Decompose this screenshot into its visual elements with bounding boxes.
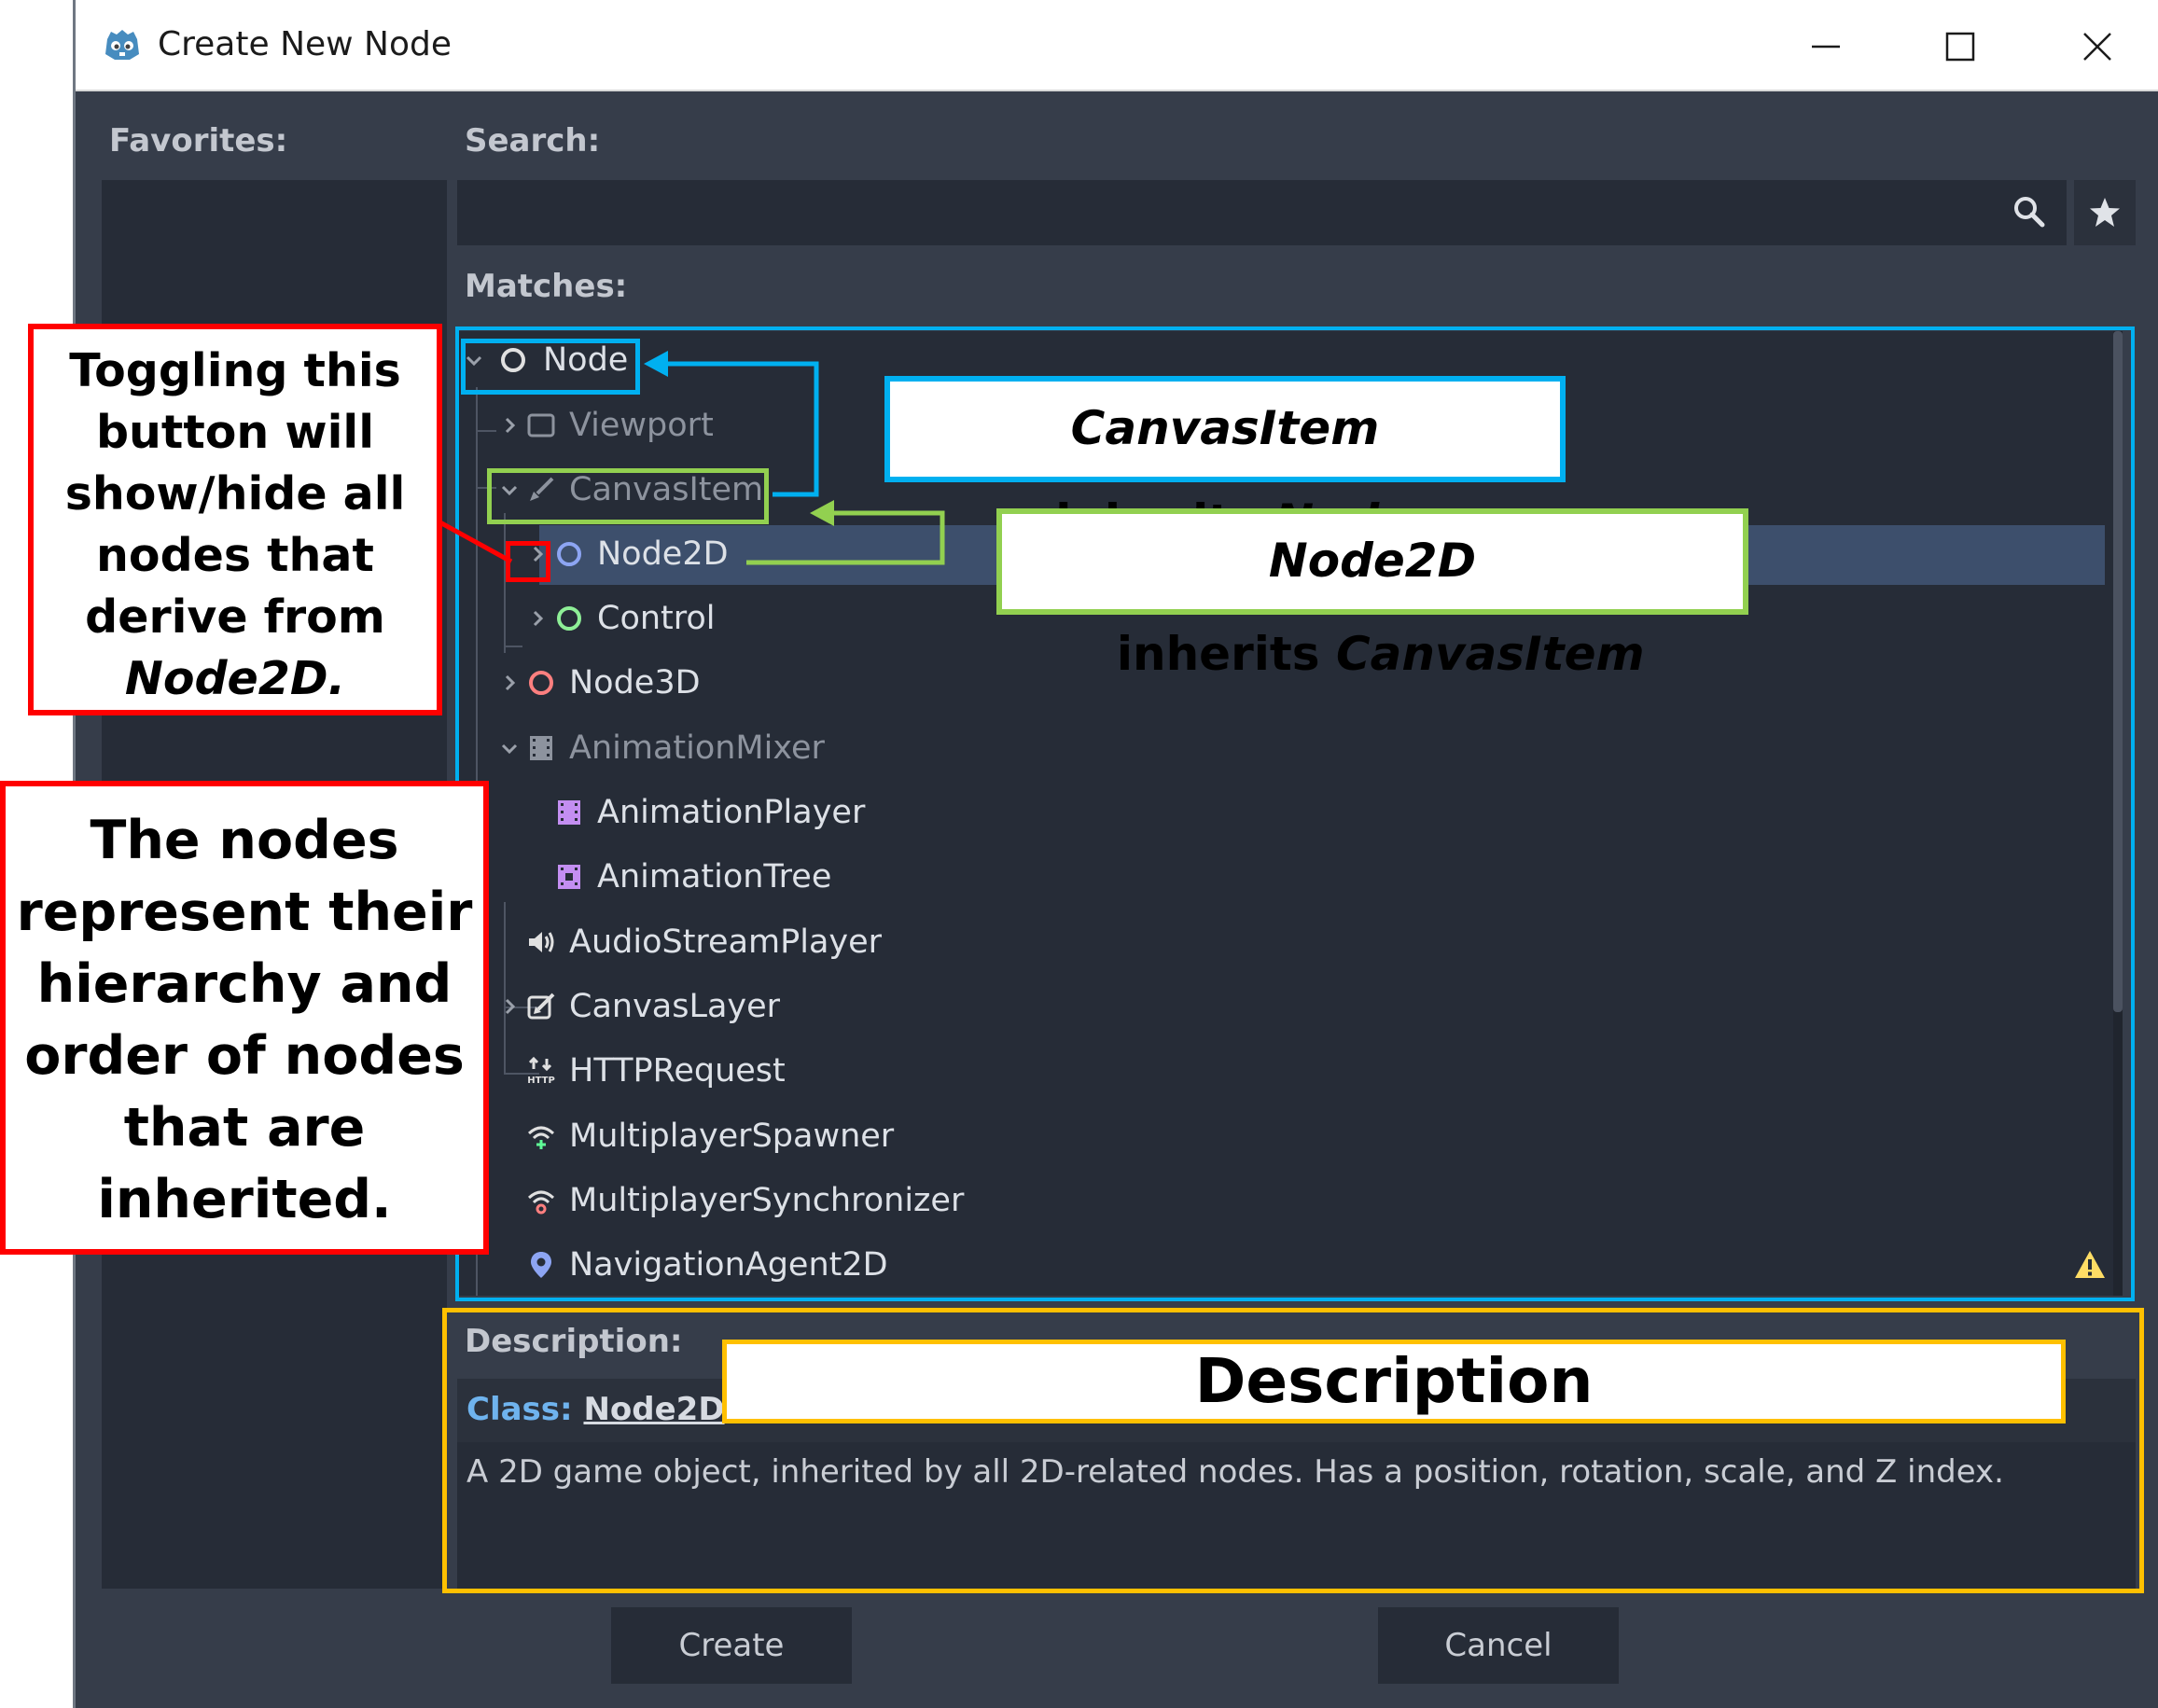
maximize-icon[interactable]: [1932, 19, 1988, 75]
node-highlight-box: [461, 339, 640, 395]
description-annotation: Description: [722, 1340, 2066, 1423]
search-input[interactable]: [457, 180, 2067, 245]
godot-logo-icon: [105, 30, 139, 60]
window-title: Create New Node: [158, 25, 452, 63]
hierarchy-annotation: The nodes represent their hierarchy and …: [0, 781, 489, 1255]
canvasitem-highlight-box: [487, 468, 769, 524]
create-button[interactable]: Create: [611, 1607, 852, 1684]
canvasitem-inherits-annotation: CanvasItem inherits Node: [884, 376, 1566, 549]
toggle-arrow-highlight-box: [506, 541, 550, 582]
favorites-label: Favorites:: [109, 122, 288, 160]
title-bar[interactable]: Create New Node: [76, 0, 2158, 91]
cancel-button[interactable]: Cancel: [1378, 1607, 1619, 1684]
search-icon: [2014, 197, 2045, 228]
favorite-toggle-button[interactable]: [2074, 180, 2136, 245]
search-label: Search:: [465, 122, 601, 160]
toggle-annotation: Toggling this button will show/hide all …: [28, 324, 442, 715]
matches-label: Matches:: [465, 268, 628, 305]
close-icon[interactable]: [2069, 19, 2125, 75]
node2d-inherits-annotation: Node2D inherits CanvasItem: [996, 508, 1748, 681]
minimize-icon[interactable]: [1797, 19, 1853, 75]
star-icon: [2090, 198, 2120, 227]
